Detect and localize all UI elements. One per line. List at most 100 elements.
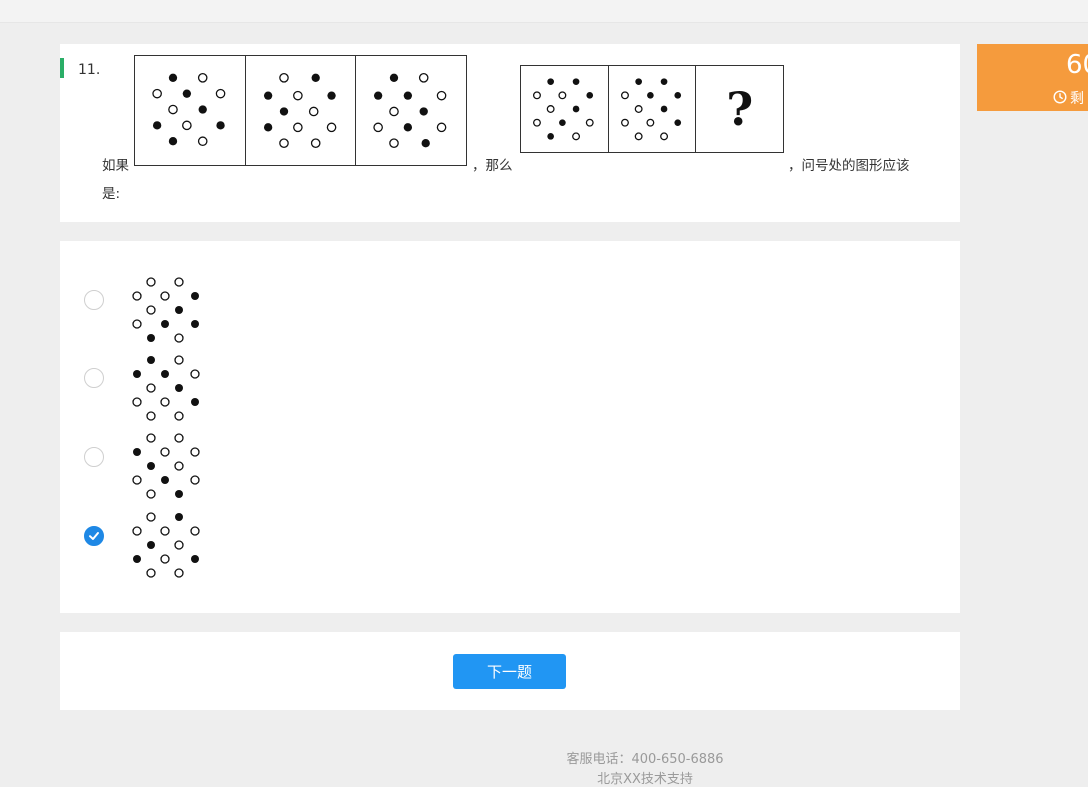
filled-dot bbox=[191, 398, 199, 406]
hollow-dot bbox=[278, 138, 289, 149]
hollow-dot bbox=[168, 104, 178, 115]
filled-dot bbox=[421, 139, 431, 148]
hollow-dot bbox=[146, 411, 156, 421]
filled-dot bbox=[263, 123, 272, 132]
hollow-dot bbox=[419, 72, 429, 83]
filled-dot bbox=[646, 91, 654, 99]
filled-dot bbox=[147, 462, 155, 470]
timer-panel: 60 剩 bbox=[977, 44, 1088, 111]
hollow-dot bbox=[437, 90, 447, 101]
filled-dot bbox=[404, 123, 413, 132]
target-figure-strip: ? bbox=[520, 65, 784, 153]
filled-dot bbox=[586, 91, 594, 99]
option-a-radio[interactable] bbox=[84, 290, 104, 310]
hollow-dot bbox=[634, 132, 643, 141]
hollow-dot bbox=[546, 105, 555, 113]
hollow-dot bbox=[437, 122, 447, 133]
hollow-dot bbox=[533, 118, 541, 127]
filled-dot bbox=[404, 91, 413, 100]
option-d-radio[interactable] bbox=[84, 526, 104, 546]
hollow-dot bbox=[620, 118, 629, 127]
hollow-dot bbox=[558, 91, 567, 100]
filled-dot bbox=[374, 91, 383, 100]
hollow-dot bbox=[389, 138, 400, 149]
hollow-dot bbox=[132, 397, 142, 407]
filled-dot bbox=[216, 121, 225, 130]
target-figure-1 bbox=[521, 66, 609, 152]
hollow-dot bbox=[160, 291, 170, 301]
filled-dot bbox=[147, 356, 155, 364]
target-figure-unknown: ? bbox=[696, 66, 783, 152]
filled-dot bbox=[161, 370, 169, 378]
hollow-dot bbox=[152, 88, 162, 99]
given-figure-1 bbox=[135, 56, 246, 165]
top-bar bbox=[0, 0, 1088, 23]
filled-dot bbox=[263, 91, 272, 100]
filled-dot bbox=[168, 73, 178, 82]
hollow-dot bbox=[174, 461, 184, 471]
filled-dot bbox=[175, 384, 183, 392]
filled-dot bbox=[547, 133, 554, 140]
filled-dot bbox=[175, 490, 183, 498]
hollow-dot bbox=[278, 72, 289, 83]
filled-dot bbox=[390, 73, 399, 82]
target-figure-2 bbox=[609, 66, 697, 152]
hollow-dot bbox=[160, 554, 170, 564]
option-b-radio[interactable] bbox=[84, 368, 104, 388]
filled-dot bbox=[175, 306, 183, 314]
hollow-dot bbox=[174, 433, 184, 443]
hollow-dot bbox=[146, 433, 156, 443]
filled-dot bbox=[152, 121, 162, 130]
hollow-dot bbox=[197, 136, 208, 147]
hollow-dot bbox=[160, 397, 170, 407]
hollow-dot bbox=[326, 122, 337, 133]
hollow-dot bbox=[132, 475, 142, 485]
filled-dot bbox=[191, 555, 199, 563]
hollow-dot bbox=[190, 526, 200, 536]
question-number: 11. bbox=[78, 62, 101, 78]
hollow-dot bbox=[190, 475, 200, 485]
given-figure-2 bbox=[246, 56, 357, 165]
question-text-end: 是: bbox=[102, 186, 121, 202]
timer-label: 剩 bbox=[1070, 91, 1084, 107]
hollow-dot bbox=[373, 122, 384, 133]
filled-dot bbox=[674, 91, 681, 99]
option-c-figure[interactable] bbox=[125, 432, 207, 510]
filled-dot bbox=[198, 105, 207, 114]
filled-dot bbox=[161, 476, 169, 484]
filled-dot bbox=[419, 107, 429, 116]
hollow-dot bbox=[585, 118, 594, 127]
filled-dot bbox=[327, 91, 336, 100]
hollow-dot bbox=[146, 489, 156, 499]
hollow-dot bbox=[146, 568, 156, 578]
option-c-radio[interactable] bbox=[84, 447, 104, 467]
hollow-dot bbox=[620, 91, 629, 100]
filled-dot bbox=[191, 292, 199, 300]
hollow-dot bbox=[533, 91, 541, 100]
hollow-dot bbox=[659, 132, 668, 141]
hollow-dot bbox=[215, 88, 226, 99]
filled-dot bbox=[559, 119, 566, 127]
question-text-middle: ，那么 bbox=[472, 158, 513, 174]
filled-dot bbox=[660, 78, 668, 85]
timer-value: 60 bbox=[1066, 50, 1088, 80]
customer-service-phone: 客服电话：400-650-6886 bbox=[566, 752, 724, 767]
hollow-dot bbox=[146, 512, 156, 522]
filled-dot bbox=[133, 448, 141, 456]
filled-dot bbox=[191, 320, 199, 328]
option-d-figure[interactable] bbox=[125, 511, 207, 589]
filled-dot bbox=[572, 105, 580, 113]
hollow-dot bbox=[132, 319, 142, 329]
option-a-figure[interactable] bbox=[125, 276, 207, 354]
option-b-figure[interactable] bbox=[125, 354, 207, 432]
hollow-dot bbox=[132, 291, 142, 301]
hollow-dot bbox=[174, 277, 184, 287]
hollow-dot bbox=[174, 411, 184, 421]
hollow-dot bbox=[310, 138, 321, 149]
hollow-dot bbox=[132, 526, 142, 536]
hollow-dot bbox=[197, 72, 208, 83]
filled-dot bbox=[161, 320, 169, 328]
filled-dot bbox=[572, 78, 580, 85]
next-question-button[interactable]: 下一题 bbox=[453, 654, 566, 689]
tech-support-text: 北京XX技术支持 bbox=[597, 772, 693, 787]
